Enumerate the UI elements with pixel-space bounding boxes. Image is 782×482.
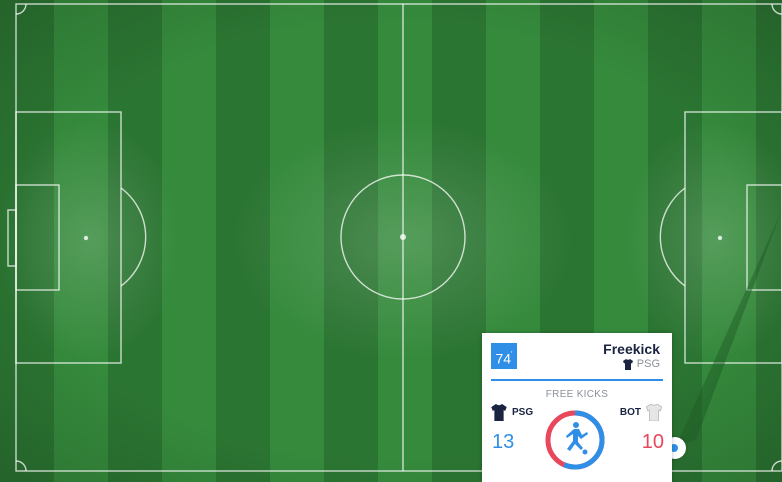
event-team: PSG — [622, 358, 660, 370]
home-team-name: PSG — [512, 407, 534, 418]
event-title: Freekick — [603, 341, 660, 357]
stat-label: FREE KICKS — [545, 389, 609, 400]
free-kicks-donut — [545, 410, 605, 470]
away-team-name: BOT — [619, 407, 641, 418]
home-shirt-icon — [491, 404, 507, 421]
away-value: 10 — [641, 431, 664, 453]
footballer-icon — [566, 422, 588, 455]
minute-badge: 74' — [491, 343, 517, 369]
home-team: PSG — [491, 404, 533, 421]
home-value: 13 — [492, 431, 515, 453]
card-divider — [491, 379, 663, 381]
away-team: BOT — [620, 404, 662, 421]
event-card[interactable]: 74' Freekick PSG FREE KICKS PSG BOT 13 1… — [482, 333, 672, 482]
match-tracker: 74' Freekick PSG FREE KICKS PSG BOT 13 1… — [0, 0, 782, 482]
event-team-name: PSG — [636, 358, 660, 370]
minute-mark: ' — [511, 350, 513, 359]
minute-value: 74 — [495, 350, 512, 367]
away-shirt-icon — [646, 404, 662, 421]
shirt-icon — [622, 358, 633, 370]
